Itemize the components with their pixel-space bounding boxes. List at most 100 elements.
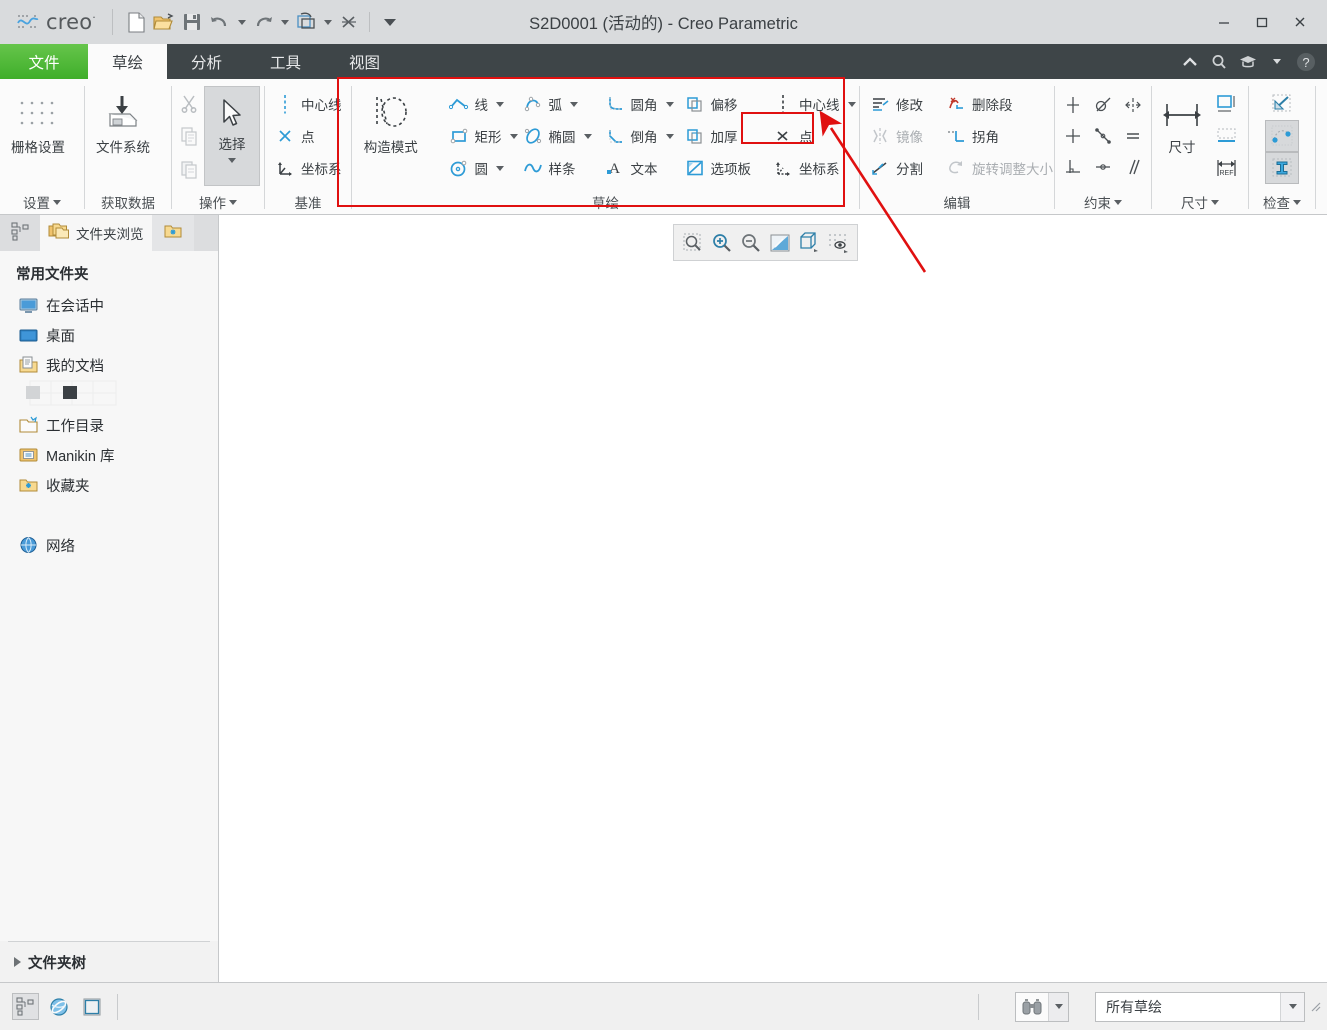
undo-icon[interactable] [207,9,233,35]
find-button[interactable] [1015,991,1069,1022]
repaint-icon[interactable] [766,228,794,257]
line-button[interactable]: 线 [443,88,513,120]
tab-sketch[interactable]: 草绘 [88,44,168,79]
rotate-resize-button[interactable]: 旋转调整大小 [940,152,1053,184]
overlapping-geometry-icon[interactable] [1265,88,1299,120]
fillet-dropdown-icon[interactable] [665,101,674,107]
constraint-icons[interactable] [1058,86,1148,186]
sketch-col-datum[interactable]: 中心线 点 坐标系 [765,86,857,186]
copy-button[interactable] [174,120,204,153]
delete-segment-button[interactable]: 删除段 [940,88,1048,120]
file-system-button[interactable]: 文件系统 [87,86,159,186]
tab-file[interactable]: 文件 [0,44,88,79]
regenerate-dropdown-icon[interactable] [321,9,334,35]
model-tree-tab[interactable] [0,215,40,251]
group-label-settings[interactable]: 设置 [0,189,84,215]
select-button[interactable]: 选择 [204,86,260,186]
text-button[interactable]: A 文本 [599,152,675,184]
tab-analysis[interactable]: 分析 [167,44,246,79]
shade-closed-loops-icon[interactable] [1265,152,1299,184]
operations-dropdown-icon[interactable] [229,199,237,205]
inspect-icons[interactable] [1265,86,1299,186]
tab-view[interactable]: 视图 [325,44,404,79]
constrain-dropdown-icon[interactable] [1114,199,1122,205]
tangent-constraint-icon[interactable] [1088,90,1118,121]
editing-col-1[interactable]: 修改 镜像 分割 [862,86,938,186]
settings-dropdown-icon[interactable] [53,199,61,205]
editing-col-2[interactable]: 删除段 拐角 旋转调整大小 [938,86,1053,186]
dimension-dropdown-icon[interactable] [1211,199,1219,205]
corner-button[interactable]: 拐角 [940,120,1048,152]
close-window-icon[interactable] [336,9,362,35]
qat-overflow-icon[interactable] [377,9,403,35]
symmetric-constraint-icon[interactable] [1118,90,1148,121]
select-dropdown-icon[interactable] [228,153,236,167]
find-dropdown-icon[interactable] [1048,992,1068,1021]
minimize-button[interactable] [1205,7,1243,37]
reference-dimension-icon[interactable]: REF [1210,152,1244,184]
folder-browser-tab[interactable]: 文件夹浏览 [40,215,152,251]
sketch-col-curves[interactable]: 弧 椭圆 样条 [515,86,597,186]
point-button[interactable]: 点 [767,120,855,152]
ribbon-tab-strip[interactable]: 文件 草绘 分析 工具 视图 ? [0,44,1327,79]
network-item[interactable]: 网络 [0,530,218,560]
centerline-dropdown-icon[interactable] [847,101,856,107]
circle-button[interactable]: 圆 [443,152,513,184]
ellipse-button[interactable]: 椭圆 [517,120,595,152]
collapse-ribbon-icon[interactable] [1176,48,1203,75]
coord-system-button[interactable]: 坐标系 [767,152,855,184]
group-label-inspect[interactable]: 检查 [1249,189,1315,215]
coord-system-datum-button[interactable]: 坐标系 [269,152,347,184]
sketch-col-fillet[interactable]: 圆角 倒角 A 文本 [597,86,677,186]
navigator-tabs[interactable]: 文件夹浏览 [0,215,218,251]
display-style-icon[interactable] [795,228,823,257]
group-label-constrain[interactable]: 约束 [1055,189,1151,215]
inspect-dropdown-icon[interactable] [1293,199,1301,205]
spline-button[interactable]: 样条 [517,152,595,184]
selection-filter-dropdown-icon[interactable] [1280,992,1304,1021]
refit-icon[interactable] [679,228,707,257]
point-datum-button[interactable]: 点 [269,120,347,152]
rectangle-button[interactable]: 矩形 [443,120,518,152]
model-tree-toggle[interactable] [12,993,39,1020]
perimeter-dimension-icon[interactable] [1210,88,1244,120]
resize-grip[interactable] [1305,998,1327,1016]
sketch-col-offset[interactable]: 偏移 加厚 选项板 [677,86,759,186]
unnamed-item[interactable] [0,380,218,410]
new-file-icon[interactable] [123,9,149,35]
ribbon[interactable]: 栅格设置 设置 文件系统 获取数据 选择 操作 中心线 点 坐标系 基准 构造模… [0,79,1327,215]
search-icon[interactable] [1205,48,1232,75]
perpendicular-constraint-icon[interactable] [1058,152,1088,183]
thicken-button[interactable]: 加厚 [679,120,757,152]
desktop-item[interactable]: 桌面 [0,320,218,350]
baseline-dimension-icon[interactable] [1210,120,1244,152]
working-directory-item[interactable]: 工作目录 [0,410,218,440]
centerline-button[interactable]: 中心线 [767,88,856,120]
fullscreen-toggle[interactable] [78,993,105,1020]
regenerate-icon[interactable] [293,9,319,35]
centerline-datum-button[interactable]: 中心线 [269,88,347,120]
chamfer-dropdown-icon[interactable] [665,133,674,139]
arc-dropdown-icon[interactable] [570,101,578,107]
status-bar-left[interactable] [0,993,219,1020]
view-toolbar[interactable] [673,224,858,261]
paste-button[interactable] [174,153,204,186]
favorites-item[interactable]: 收藏夹 [0,470,218,500]
fillet-button[interactable]: 圆角 [599,88,675,120]
selection-filter-select[interactable]: 所有草绘 [1095,991,1305,1022]
datum-buttons[interactable]: 中心线 点 坐标系 [267,86,349,186]
open-file-icon[interactable] [151,9,177,35]
tab-tools[interactable]: 工具 [246,44,325,79]
equal-constraint-icon[interactable] [1118,121,1148,152]
circle-dropdown-icon[interactable] [496,165,504,171]
divide-button[interactable]: 分割 [864,152,936,184]
coincident-constraint-icon[interactable] [1088,152,1118,183]
group-label-operations[interactable]: 操作 [172,189,264,215]
construction-mode-button[interactable]: 构造模式 [354,86,428,186]
sketch-col-basic[interactable]: 线 矩形 圆 [441,86,518,186]
line-dropdown-icon[interactable] [496,101,504,107]
window-controls[interactable] [1205,7,1327,37]
close-button[interactable] [1281,7,1319,37]
save-icon[interactable] [179,9,205,35]
chamfer-button[interactable]: 倒角 [599,120,675,152]
